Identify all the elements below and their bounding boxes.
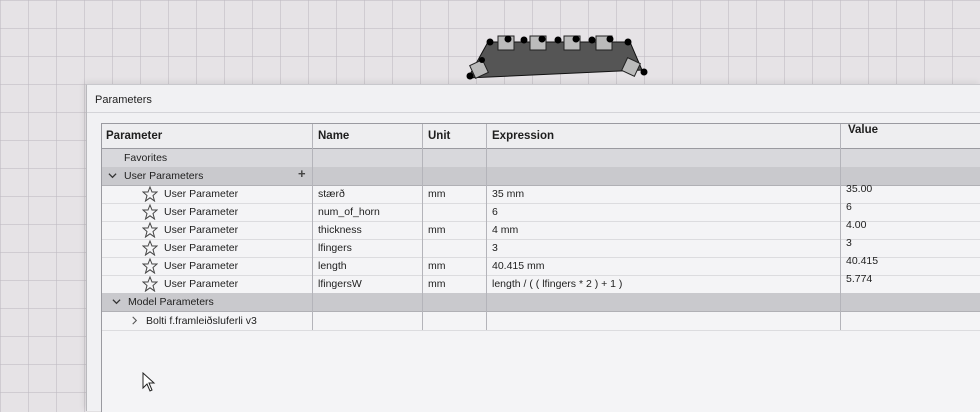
row-type: User Parameter xyxy=(164,188,239,200)
table-header: Parameter Name Unit Expression Value xyxy=(102,124,980,149)
star-icon[interactable] xyxy=(142,276,158,292)
star-icon[interactable] xyxy=(142,204,158,220)
chevron-right-icon[interactable] xyxy=(130,316,139,325)
row-expression[interactable]: 3 xyxy=(492,239,498,257)
row-unit[interactable]: mm xyxy=(428,185,446,203)
row-expression[interactable]: 6 xyxy=(492,203,498,221)
row-type: User Parameter xyxy=(164,224,239,236)
column-divider[interactable] xyxy=(486,124,487,330)
title-separator xyxy=(87,112,980,113)
row-type: User Parameter xyxy=(164,242,239,254)
star-icon[interactable] xyxy=(142,258,158,274)
row-unit[interactable]: mm xyxy=(428,221,446,239)
row-value: 5.774 xyxy=(846,273,873,285)
star-icon[interactable] xyxy=(142,222,158,238)
row-unit[interactable]: mm xyxy=(428,275,446,293)
chevron-down-icon[interactable] xyxy=(112,297,121,306)
row-value: 40.415 xyxy=(846,255,879,267)
row-expression[interactable]: length / ( ( lfingers * 2 ) + 1 ) xyxy=(492,275,622,293)
column-header-unit[interactable]: Unit xyxy=(428,124,450,148)
row-value: 3 xyxy=(846,237,852,249)
row-value: 35.00 xyxy=(846,183,873,195)
row-unit[interactable]: mm xyxy=(428,257,446,275)
dialog-title: Parameters xyxy=(95,94,152,106)
model-component-label: Bolti f.framleiðsluferli v3 xyxy=(146,315,257,327)
model-parameters-group[interactable]: Model Parameters xyxy=(102,293,980,312)
row-expression[interactable]: 40.415 mm xyxy=(492,257,545,275)
user-parameters-label: User Parameters xyxy=(124,170,204,182)
model-parameters-label: Model Parameters xyxy=(128,296,214,308)
row-name[interactable]: length xyxy=(318,257,347,275)
parameters-dialog: Parameters Parameter Name Unit Expressio… xyxy=(86,84,980,412)
column-header-parameter[interactable]: Parameter xyxy=(106,124,162,148)
row-name[interactable]: thickness xyxy=(318,221,362,239)
column-header-value[interactable]: Value xyxy=(848,118,878,142)
table-row[interactable]: User Parameter lfingersW mm length / ( (… xyxy=(102,273,980,294)
column-header-name[interactable]: Name xyxy=(318,124,349,148)
row-expression[interactable]: 35 mm xyxy=(492,185,524,203)
row-type: User Parameter xyxy=(164,260,239,272)
row-type: User Parameter xyxy=(164,206,239,218)
row-value: 4.00 xyxy=(846,219,867,231)
parameters-table: Parameter Name Unit Expression Value Fav… xyxy=(101,123,980,412)
plus-icon[interactable]: + xyxy=(298,166,306,181)
row-type: User Parameter xyxy=(164,278,239,290)
star-icon[interactable] xyxy=(142,240,158,256)
tree-item[interactable]: Bolti f.framleiðsluferli v3 xyxy=(102,312,980,331)
chevron-down-icon[interactable] xyxy=(108,171,117,180)
model-preview xyxy=(466,35,648,80)
star-icon[interactable] xyxy=(142,186,158,202)
column-header-expression[interactable]: Expression xyxy=(492,124,554,148)
favorites-group[interactable]: Favorites xyxy=(102,149,980,168)
row-name[interactable]: lfingers xyxy=(318,239,352,257)
row-value: 6 xyxy=(846,201,852,213)
row-expression[interactable]: 4 mm xyxy=(492,221,518,239)
column-divider[interactable] xyxy=(422,124,423,330)
row-name[interactable]: num_of_horn xyxy=(318,203,380,221)
row-name[interactable]: lfingersW xyxy=(318,275,362,293)
column-divider[interactable] xyxy=(840,124,841,330)
favorites-label: Favorites xyxy=(124,152,168,164)
column-divider[interactable] xyxy=(312,124,313,330)
mouse-pointer-icon xyxy=(142,372,156,392)
row-name[interactable]: stærð xyxy=(318,185,345,203)
